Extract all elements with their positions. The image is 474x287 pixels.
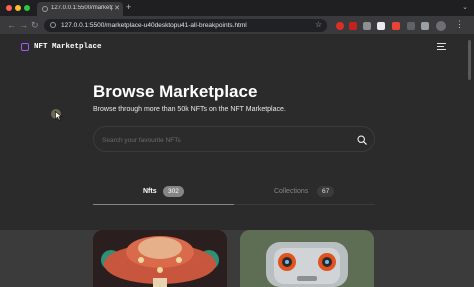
page-viewport: NFT Marketplace Browse Marketplace Brows… xyxy=(0,36,474,287)
extension-icon[interactable] xyxy=(349,22,357,30)
nft-card[interactable] xyxy=(240,230,374,287)
extension-icon[interactable] xyxy=(336,22,344,30)
forward-icon[interactable]: → xyxy=(19,20,28,30)
page-scrollbar[interactable] xyxy=(468,40,471,80)
tab-label: Nfts xyxy=(143,188,157,195)
tab-strip: 127.0.0.1:5500/marketplace- ✕ + ⌄ xyxy=(0,0,474,16)
count-badge: 302 xyxy=(163,186,184,197)
url-text: 127.0.0.1:5500/marketplace-u40desktopu41… xyxy=(61,22,247,29)
puzzle-icon[interactable] xyxy=(421,22,429,30)
nft-card[interactable] xyxy=(93,230,227,287)
tab-title: 127.0.0.1:5500/marketplace- xyxy=(51,5,113,11)
address-bar[interactable]: 127.0.0.1:5500/marketplace-u40desktopu41… xyxy=(44,19,327,32)
browser-toolbar: ← → ↻ 127.0.0.1:5500/marketplace-u40desk… xyxy=(0,16,474,35)
search-icon[interactable] xyxy=(357,135,367,145)
page-title: Browse Marketplace xyxy=(93,82,258,101)
browser-tab[interactable]: 127.0.0.1:5500/marketplace- ✕ xyxy=(37,2,123,16)
hamburger-menu-icon[interactable] xyxy=(437,43,446,52)
tab-nfts[interactable]: Nfts 302 xyxy=(93,181,234,205)
site-header: NFT Marketplace xyxy=(0,36,474,58)
search-bar xyxy=(93,126,375,152)
site-info-icon[interactable] xyxy=(50,22,56,28)
page-subtitle: Browse through more than 50k NFTs on the… xyxy=(93,106,286,113)
globe-icon xyxy=(42,6,48,12)
site-logo-text[interactable]: NFT Marketplace xyxy=(34,43,102,51)
bookmark-star-icon[interactable]: ☆ xyxy=(315,20,322,29)
extension-icon[interactable] xyxy=(392,22,400,30)
extension-icon[interactable] xyxy=(407,22,415,30)
browser-window: 127.0.0.1:5500/marketplace- ✕ + ⌄ ← → ↻ … xyxy=(0,0,474,287)
back-icon[interactable]: ← xyxy=(7,20,16,30)
tab-collections[interactable]: Collections 67 xyxy=(234,181,375,205)
count-badge: 67 xyxy=(317,186,335,197)
search-input[interactable] xyxy=(102,135,342,145)
close-icon[interactable]: ✕ xyxy=(114,4,120,12)
storefront-icon[interactable] xyxy=(21,43,29,51)
close-window-button[interactable] xyxy=(6,5,12,11)
mouse-cursor-icon xyxy=(55,111,63,121)
nft-artwork-mushroom xyxy=(93,230,227,287)
nft-grid xyxy=(0,230,474,287)
tab-label: Collections xyxy=(274,188,309,195)
chevron-down-icon[interactable]: ⌄ xyxy=(462,3,468,11)
new-tab-button[interactable]: + xyxy=(126,2,131,12)
reload-icon[interactable]: ↻ xyxy=(31,20,39,31)
shield-icon[interactable] xyxy=(377,22,385,30)
content-tabs: Nfts 302 Collections 67 xyxy=(93,181,375,205)
avatar[interactable] xyxy=(436,21,446,31)
more-menu-icon[interactable]: ⋮ xyxy=(455,19,464,30)
maximize-window-button[interactable] xyxy=(24,5,30,11)
minimize-window-button[interactable] xyxy=(15,5,21,11)
nft-artwork-robot xyxy=(240,230,374,287)
extension-icon[interactable] xyxy=(363,22,371,30)
